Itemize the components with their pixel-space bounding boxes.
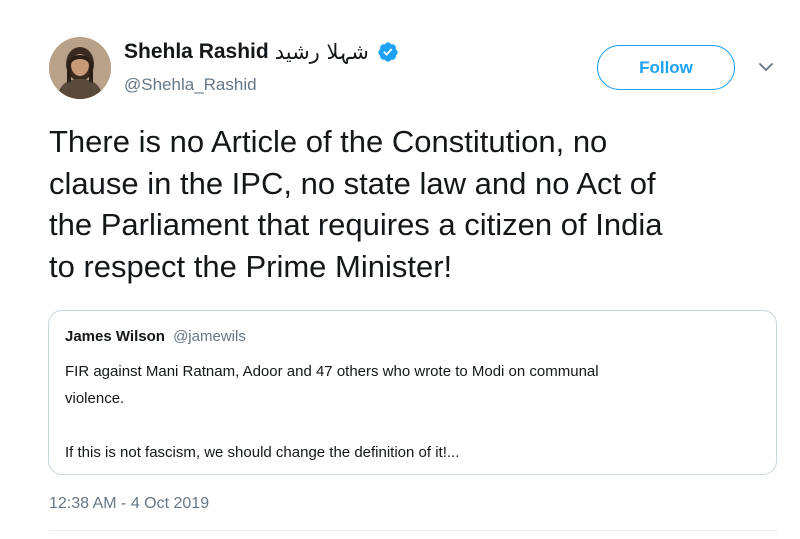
verified-badge-icon xyxy=(378,42,398,62)
quoted-tweet-text: FIR against Mani Ratnam, Adoor and 47 ot… xyxy=(65,363,599,461)
author-name-row: Shehla Rashid شہلا رشید xyxy=(124,40,399,64)
quoted-tweet-author-handle: @jamewils xyxy=(173,328,246,345)
quoted-tweet-author-name: James Wilson xyxy=(65,328,165,345)
author-handle[interactable]: @Shehla_Rashid xyxy=(124,75,257,95)
chevron-down-icon[interactable] xyxy=(757,60,775,74)
author-display-name[interactable]: Shehla Rashid xyxy=(124,40,269,64)
follow-button[interactable]: Follow xyxy=(597,45,735,90)
tweet-text: There is no Article of the Constitution,… xyxy=(49,124,663,284)
tweet-timestamp[interactable]: 12:38 AM - 4 Oct 2019 xyxy=(49,495,209,513)
quoted-tweet-header: James Wilson @jamewils xyxy=(65,328,246,345)
divider xyxy=(49,530,777,531)
avatar[interactable] xyxy=(49,37,111,99)
profile-photo-icon xyxy=(49,37,111,99)
tweet-card: Shehla Rashid شہلا رشید @Shehla_Rashid F… xyxy=(0,0,800,539)
author-display-name-urdu[interactable]: شہلا رشید xyxy=(275,40,369,64)
quoted-tweet[interactable]: James Wilson @jamewils FIR against Mani … xyxy=(48,310,777,475)
